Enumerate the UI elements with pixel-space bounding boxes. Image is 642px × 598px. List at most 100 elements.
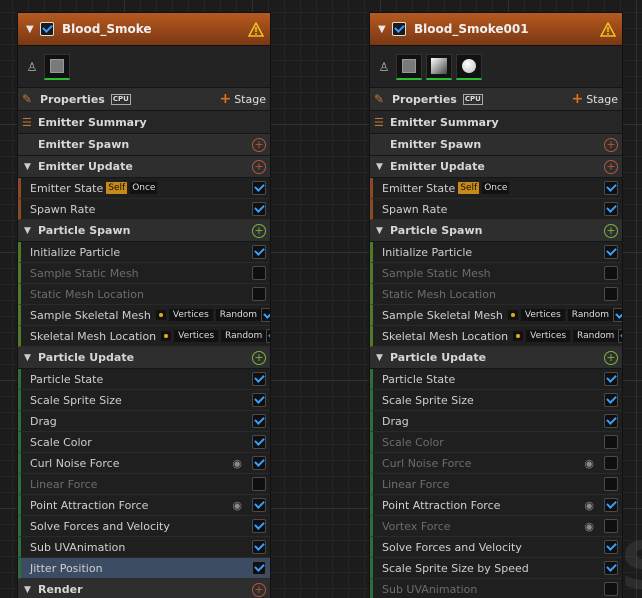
module-row-emitter-state[interactable]: Emitter State Self Once (18, 178, 270, 199)
particle-spawn-section[interactable]: ▼ Particle Spawn + (18, 220, 270, 242)
module-row[interactable]: Particle State (18, 369, 270, 390)
emitter-spawn-section[interactable]: Emitter Spawn + (370, 134, 622, 156)
module-enabled-checkbox[interactable] (604, 456, 618, 470)
module-enabled-checkbox[interactable] (266, 329, 270, 343)
module-row[interactable]: Curl Noise Force ◉ (370, 453, 622, 474)
module-row[interactable]: Initialize Particle (370, 242, 622, 263)
module-enabled-checkbox[interactable] (618, 329, 622, 343)
module-enabled-checkbox[interactable] (604, 181, 618, 195)
collapse-caret-icon[interactable]: ▼ (378, 24, 392, 35)
module-row[interactable]: Scale Color (18, 432, 270, 453)
module-enabled-checkbox[interactable] (604, 540, 618, 554)
module-enabled-checkbox[interactable] (252, 202, 266, 216)
module-row[interactable]: Static Mesh Location (370, 284, 622, 305)
module-row[interactable]: Skeletal Mesh Location Vertices Random (370, 326, 622, 347)
module-enabled-checkbox[interactable] (604, 393, 618, 407)
eye-icon[interactable]: ◉ (232, 457, 242, 470)
emitter-summary-row[interactable]: ☰ Emitter Summary (18, 111, 270, 134)
module-row[interactable]: Scale Sprite Size (18, 390, 270, 411)
pin-icon[interactable]: ♙ (24, 60, 40, 74)
module-row[interactable]: Sub UVAnimation (370, 579, 622, 598)
module-enabled-checkbox[interactable] (604, 477, 618, 491)
eye-icon[interactable]: ◉ (584, 499, 594, 512)
module-row[interactable]: Particle State (370, 369, 622, 390)
collapse-caret-icon[interactable]: ▼ (26, 24, 40, 35)
eye-icon[interactable]: ◉ (584, 457, 594, 470)
module-row-spawn-rate[interactable]: Spawn Rate (370, 199, 622, 220)
module-enabled-checkbox[interactable] (252, 435, 266, 449)
module-enabled-checkbox[interactable] (252, 456, 266, 470)
module-row[interactable]: Scale Sprite Size (370, 390, 622, 411)
emitter-name[interactable]: Blood_Smoke001 (414, 22, 600, 36)
collapse-caret-icon[interactable]: ▼ (24, 353, 38, 363)
module-row[interactable]: Point Attraction Force ◉ (370, 495, 622, 516)
module-enabled-checkbox[interactable] (604, 372, 618, 386)
module-row[interactable]: Static Mesh Location (18, 284, 270, 305)
module-row[interactable]: Sample Static Mesh (18, 263, 270, 284)
properties-row[interactable]: ✎ Properties CPU + Stage (18, 88, 270, 111)
emitter-name[interactable]: Blood_Smoke (62, 22, 248, 36)
pin-icon[interactable]: ♙ (376, 60, 392, 74)
add-module-button[interactable]: + (604, 159, 618, 174)
add-module-button[interactable]: + (252, 159, 266, 174)
module-enabled-checkbox[interactable] (604, 414, 618, 428)
add-module-button[interactable]: + (604, 223, 618, 238)
module-row[interactable]: Scale Sprite Size by Speed (370, 558, 622, 579)
warning-icon[interactable] (600, 21, 616, 37)
module-enabled-checkbox[interactable] (252, 266, 266, 280)
collapse-caret-icon[interactable]: ▼ (376, 353, 390, 363)
module-enabled-checkbox[interactable] (252, 477, 266, 491)
mesh-renderer-thumbnail[interactable] (456, 53, 482, 80)
add-module-button[interactable]: + (252, 137, 266, 152)
ribbon-renderer-thumbnail[interactable] (426, 53, 452, 80)
warning-icon[interactable] (248, 21, 264, 37)
emitter-header[interactable]: ▼ Blood_Smoke001 (370, 13, 622, 46)
module-row[interactable]: Sub UVAnimation (18, 537, 270, 558)
sprite-renderer-thumbnail[interactable] (44, 53, 70, 80)
emitter-node-blood-smoke001[interactable]: ▼ Blood_Smoke001 ♙ ✎ Properties CPU + Sta… (369, 12, 623, 598)
emitter-update-section[interactable]: ▼ Emitter Update + (18, 156, 270, 178)
add-module-button[interactable]: + (604, 350, 618, 365)
module-enabled-checkbox[interactable] (252, 540, 266, 554)
emitter-node-blood-smoke[interactable]: ▼ Blood_Smoke ♙ ✎ Properties CPU + Stage … (17, 12, 271, 598)
add-module-button[interactable]: + (252, 223, 266, 238)
particle-update-section[interactable]: ▼ Particle Update + (370, 347, 622, 369)
module-enabled-checkbox[interactable] (252, 287, 266, 301)
module-enabled-checkbox[interactable] (252, 245, 266, 259)
sprite-renderer-thumbnail[interactable] (396, 53, 422, 80)
properties-row[interactable]: ✎ Properties CPU + Stage (370, 88, 622, 111)
collapse-caret-icon[interactable]: ▼ (24, 585, 38, 595)
module-enabled-checkbox[interactable] (613, 308, 622, 322)
emitter-enabled-checkbox[interactable] (40, 22, 54, 36)
module-enabled-checkbox[interactable] (604, 287, 618, 301)
module-enabled-checkbox[interactable] (252, 519, 266, 533)
module-row[interactable]: Linear Force (370, 474, 622, 495)
eye-icon[interactable]: ◉ (232, 499, 242, 512)
particle-update-section[interactable]: ▼ Particle Update + (18, 347, 270, 369)
module-row[interactable]: Curl Noise Force ◉ (18, 453, 270, 474)
module-row-emitter-state[interactable]: Emitter State Self Once (370, 178, 622, 199)
module-enabled-checkbox[interactable] (604, 519, 618, 533)
module-enabled-checkbox[interactable] (604, 498, 618, 512)
module-enabled-checkbox[interactable] (252, 498, 266, 512)
module-row[interactable]: Sample Static Mesh (370, 263, 622, 284)
collapse-caret-icon[interactable]: ▼ (24, 162, 38, 172)
emitter-header[interactable]: ▼ Blood_Smoke (18, 13, 270, 46)
add-module-button[interactable]: + (252, 582, 266, 597)
module-enabled-checkbox[interactable] (261, 308, 270, 322)
module-row-selected[interactable]: Jitter Position (18, 558, 270, 579)
collapse-caret-icon[interactable]: ▼ (24, 226, 38, 236)
module-enabled-checkbox[interactable] (604, 561, 618, 575)
module-enabled-checkbox[interactable] (252, 561, 266, 575)
module-enabled-checkbox[interactable] (604, 202, 618, 216)
collapse-caret-icon[interactable]: ▼ (376, 162, 390, 172)
module-row-spawn-rate[interactable]: Spawn Rate (18, 199, 270, 220)
module-enabled-checkbox[interactable] (252, 414, 266, 428)
module-enabled-checkbox[interactable] (604, 435, 618, 449)
add-module-button[interactable]: + (604, 137, 618, 152)
module-enabled-checkbox[interactable] (604, 266, 618, 280)
module-row[interactable]: Drag (18, 411, 270, 432)
emitter-spawn-section[interactable]: Emitter Spawn + (18, 134, 270, 156)
module-row[interactable]: Solve Forces and Velocity (370, 537, 622, 558)
add-stage-button[interactable]: + Stage (571, 91, 618, 107)
